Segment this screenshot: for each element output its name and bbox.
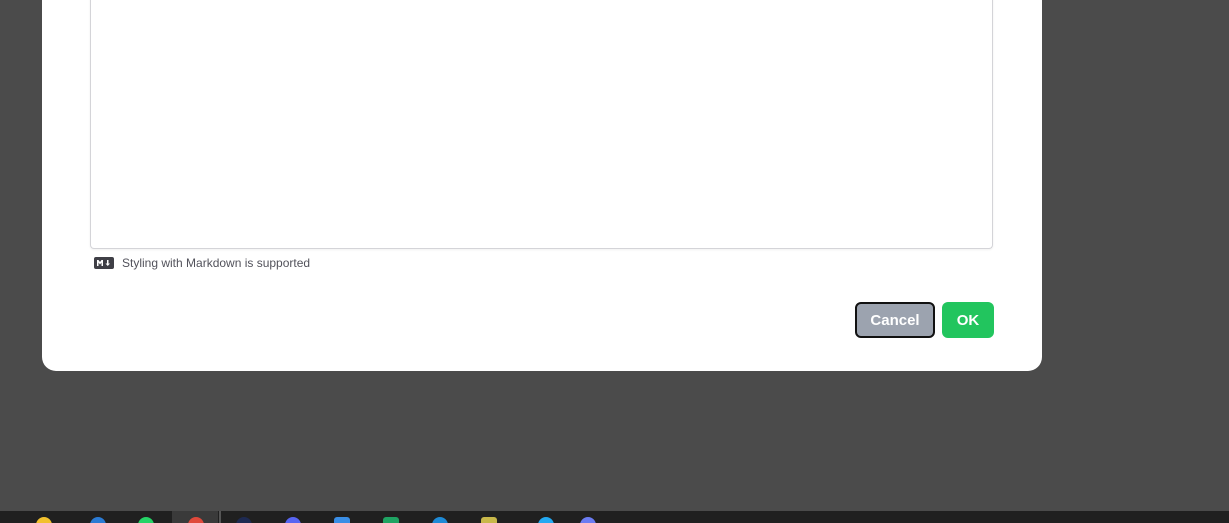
app-violet-icon[interactable] <box>580 517 596 523</box>
cancel-button[interactable]: Cancel <box>855 302 935 338</box>
sheets-icon[interactable] <box>383 517 399 523</box>
markdown-icon <box>94 257 114 269</box>
markdown-hint-text: Styling with Markdown is supported <box>122 256 311 270</box>
app-blue-icon[interactable] <box>90 517 106 523</box>
file-explorer-icon[interactable] <box>36 517 52 523</box>
description-textarea[interactable] <box>90 0 993 249</box>
edge-icon[interactable] <box>432 517 448 523</box>
calendar-icon[interactable] <box>334 517 350 523</box>
notes-icon[interactable] <box>481 517 497 523</box>
discord-icon[interactable] <box>285 517 301 523</box>
vscode-icon[interactable] <box>538 517 554 523</box>
taskbar <box>0 511 1229 523</box>
app-dark-icon[interactable] <box>236 517 252 523</box>
whatsapp-icon[interactable] <box>138 517 154 523</box>
dialog: Styling with Markdown is supported Cance… <box>42 0 1042 371</box>
markdown-hint: Styling with Markdown is supported <box>94 256 310 270</box>
ok-button[interactable]: OK <box>942 302 994 338</box>
taskbar-separator <box>219 511 221 523</box>
